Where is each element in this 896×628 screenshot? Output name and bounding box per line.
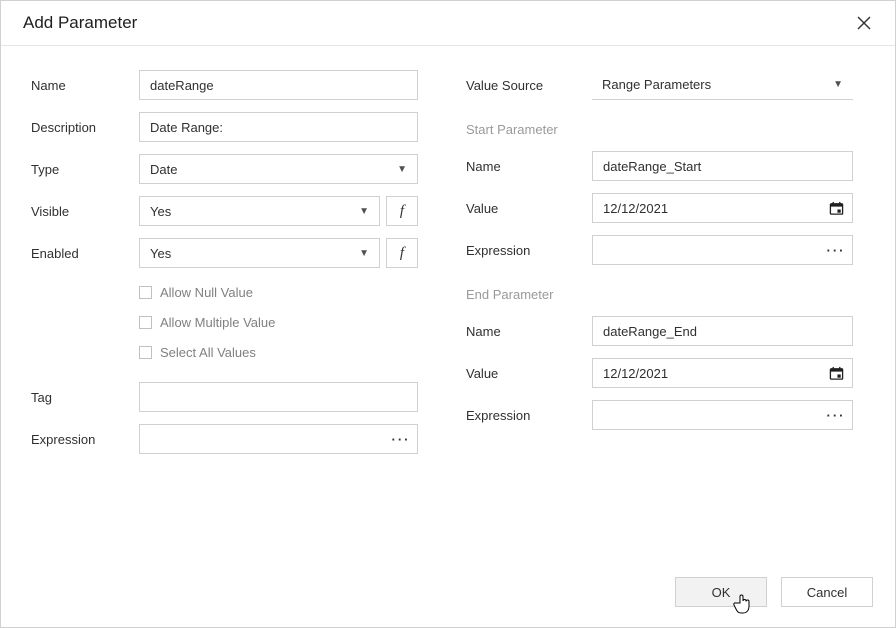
start-value-label: Value bbox=[466, 201, 592, 216]
start-value-calendar-button[interactable] bbox=[822, 194, 850, 222]
left-column: Name dateRange Description Date Range: T… bbox=[31, 70, 418, 557]
start-expression-ellipsis-button[interactable]: ··· bbox=[822, 236, 850, 264]
enabled-row: Enabled Yes ▼ f bbox=[31, 238, 418, 268]
checkbox-icon bbox=[139, 346, 152, 359]
allow-multiple-checkbox[interactable]: Allow Multiple Value bbox=[139, 310, 418, 334]
right-column: Value Source Range Parameters ▼ Start Pa… bbox=[466, 70, 865, 557]
end-expression-row: Expression ··· bbox=[466, 400, 853, 430]
close-icon bbox=[857, 16, 871, 30]
end-value-row: Value 12/12/2021 bbox=[466, 358, 853, 388]
start-parameter-heading: Start Parameter bbox=[466, 122, 853, 137]
close-button[interactable] bbox=[853, 14, 875, 32]
fx-icon: f bbox=[400, 245, 404, 262]
ellipsis-icon: ··· bbox=[392, 433, 411, 446]
tag-label: Tag bbox=[31, 390, 139, 405]
dialog-footer: OK Cancel bbox=[1, 567, 895, 627]
value-source-row: Value Source Range Parameters ▼ bbox=[466, 70, 853, 100]
visible-label: Visible bbox=[31, 204, 139, 219]
value-source-label: Value Source bbox=[466, 78, 592, 93]
calendar-icon bbox=[829, 366, 844, 381]
caret-down-icon: ▼ bbox=[827, 79, 843, 90]
value-source-select[interactable]: Range Parameters ▼ bbox=[592, 70, 853, 100]
expression-label: Expression bbox=[31, 432, 139, 447]
tag-input[interactable] bbox=[139, 382, 418, 412]
caret-down-icon: ▼ bbox=[353, 248, 369, 259]
ellipsis-icon: ··· bbox=[827, 244, 846, 257]
end-name-label: Name bbox=[466, 324, 592, 339]
checks-row: Allow Null Value Allow Multiple Value Se… bbox=[31, 280, 418, 370]
add-parameter-dialog: Add Parameter Name dateRange Description… bbox=[0, 0, 896, 628]
start-value-row: Value 12/12/2021 bbox=[466, 193, 853, 223]
ellipsis-icon: ··· bbox=[827, 409, 846, 422]
start-expression-label: Expression bbox=[466, 243, 592, 258]
checkbox-icon bbox=[139, 316, 152, 329]
caret-down-icon: ▼ bbox=[353, 206, 369, 217]
cancel-button[interactable]: Cancel bbox=[781, 577, 873, 607]
description-label: Description bbox=[31, 120, 139, 135]
ok-button[interactable]: OK bbox=[675, 577, 767, 607]
end-name-input[interactable]: dateRange_End bbox=[592, 316, 853, 346]
end-parameter-heading: End Parameter bbox=[466, 287, 853, 302]
name-input[interactable]: dateRange bbox=[139, 70, 418, 100]
description-input[interactable]: Date Range: bbox=[139, 112, 418, 142]
enabled-label: Enabled bbox=[31, 246, 139, 261]
start-value-input[interactable]: 12/12/2021 bbox=[592, 193, 853, 223]
type-row: Type Date ▼ bbox=[31, 154, 418, 184]
end-expression-ellipsis-button[interactable]: ··· bbox=[822, 401, 850, 429]
start-name-row: Name dateRange_Start bbox=[466, 151, 853, 181]
dialog-title: Add Parameter bbox=[23, 13, 137, 33]
end-value-label: Value bbox=[466, 366, 592, 381]
visible-expression-button[interactable]: f bbox=[386, 196, 418, 226]
visible-select[interactable]: Yes ▼ bbox=[139, 196, 380, 226]
calendar-icon bbox=[829, 201, 844, 216]
enabled-select[interactable]: Yes ▼ bbox=[139, 238, 380, 268]
name-row: Name dateRange bbox=[31, 70, 418, 100]
description-row: Description Date Range: bbox=[31, 112, 418, 142]
type-label: Type bbox=[31, 162, 139, 177]
start-expression-input[interactable]: ··· bbox=[592, 235, 853, 265]
dialog-body: Name dateRange Description Date Range: T… bbox=[1, 46, 895, 567]
end-name-row: Name dateRange_End bbox=[466, 316, 853, 346]
fx-icon: f bbox=[400, 203, 404, 220]
start-expression-row: Expression ··· bbox=[466, 235, 853, 265]
expression-row: Expression ··· bbox=[31, 424, 418, 454]
end-value-input[interactable]: 12/12/2021 bbox=[592, 358, 853, 388]
enabled-expression-button[interactable]: f bbox=[386, 238, 418, 268]
expression-ellipsis-button[interactable]: ··· bbox=[387, 425, 415, 453]
end-expression-input[interactable]: ··· bbox=[592, 400, 853, 430]
visible-row: Visible Yes ▼ f bbox=[31, 196, 418, 226]
titlebar: Add Parameter bbox=[1, 1, 895, 46]
type-select[interactable]: Date ▼ bbox=[139, 154, 418, 184]
end-expression-label: Expression bbox=[466, 408, 592, 423]
end-value-calendar-button[interactable] bbox=[822, 359, 850, 387]
expression-input[interactable]: ··· bbox=[139, 424, 418, 454]
caret-down-icon: ▼ bbox=[391, 164, 407, 175]
name-label: Name bbox=[31, 78, 139, 93]
checkbox-icon bbox=[139, 286, 152, 299]
start-name-input[interactable]: dateRange_Start bbox=[592, 151, 853, 181]
allow-null-checkbox[interactable]: Allow Null Value bbox=[139, 280, 418, 304]
start-name-label: Name bbox=[466, 159, 592, 174]
select-all-checkbox[interactable]: Select All Values bbox=[139, 340, 418, 364]
tag-row: Tag bbox=[31, 382, 418, 412]
